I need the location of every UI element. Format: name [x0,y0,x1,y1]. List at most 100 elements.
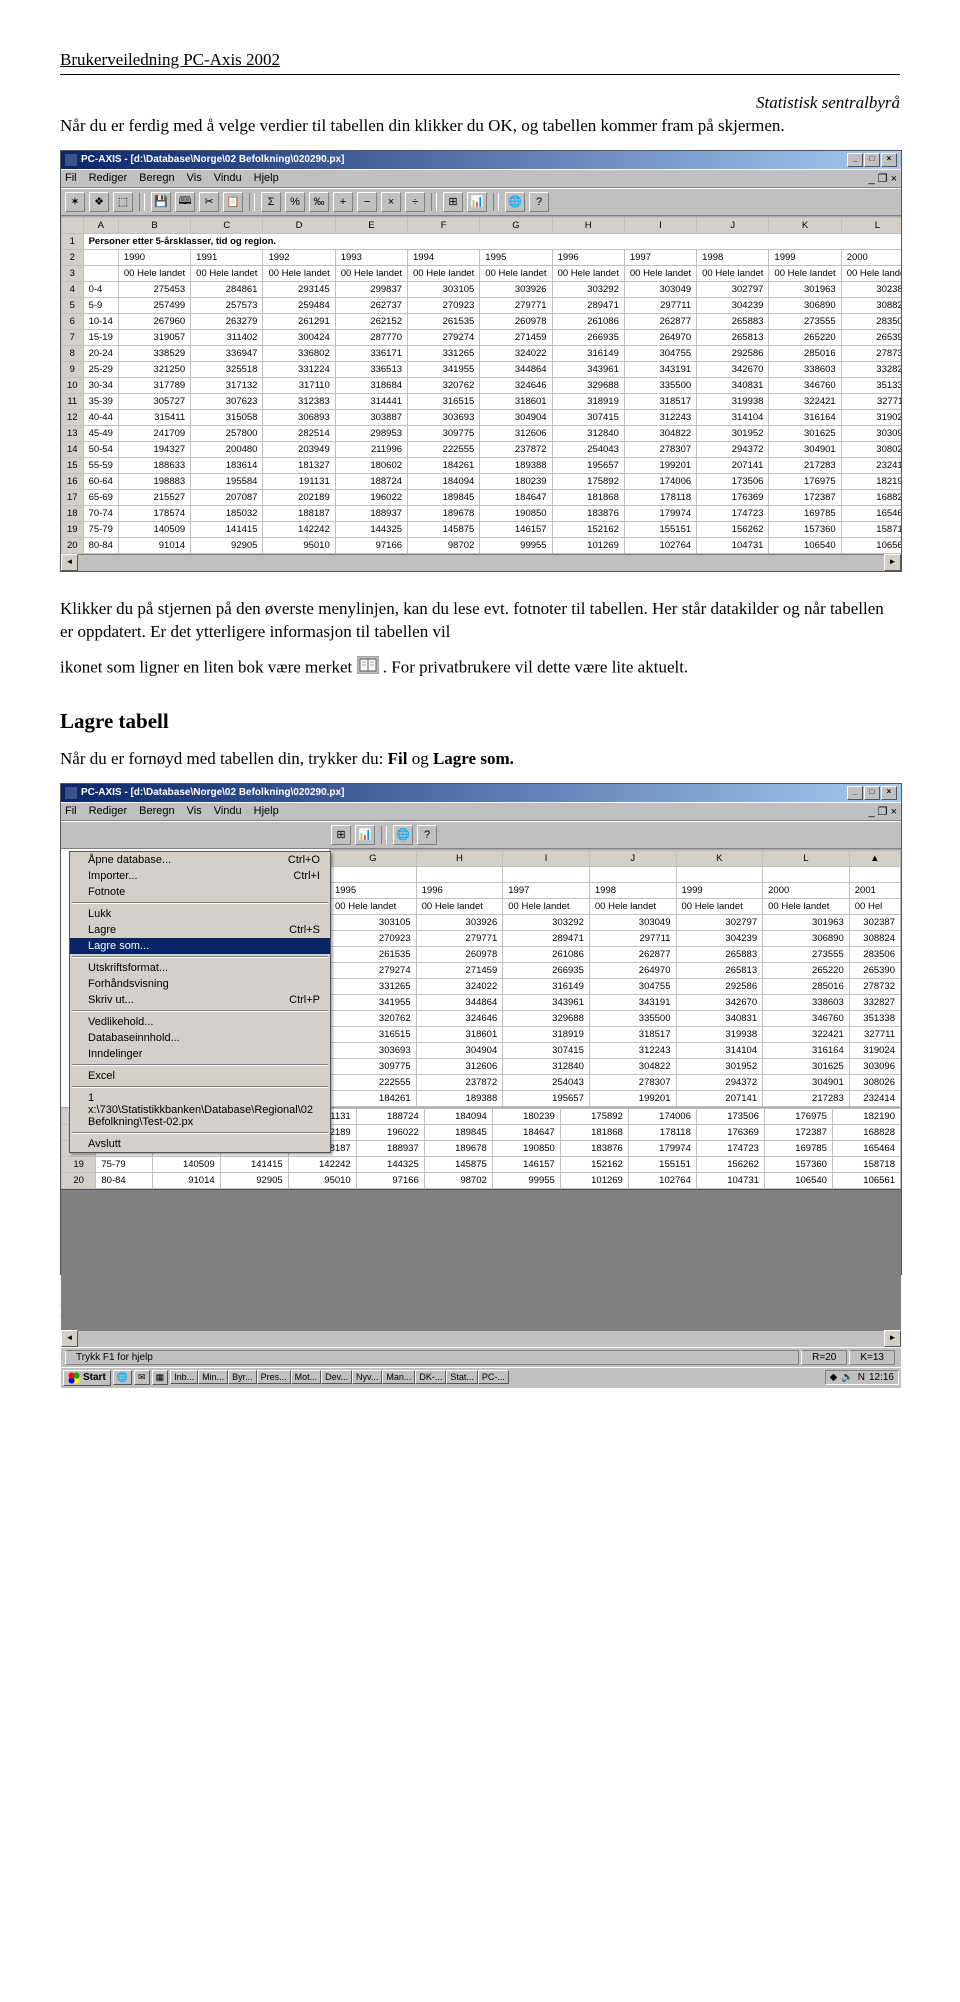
toolbar-button[interactable]: ⬚ [113,192,133,212]
taskbar-app[interactable]: DK-... [415,1370,446,1384]
mdi-restore[interactable]: ❐ [878,173,888,185]
quick-launch[interactable]: ✉ [134,1370,150,1385]
taskbar-app[interactable]: Nyv... [352,1370,382,1384]
toolbar-button[interactable]: ? [529,192,549,212]
toolbar-button[interactable]: ✶ [65,192,85,212]
clock: 12:16 [869,1372,894,1383]
menu-item[interactable]: Lukk [70,906,330,922]
p2b-pre: ikonet som ligner en liten bok være merk… [60,657,357,676]
app-icon [65,154,77,166]
toolbar-button[interactable]: ⊞ [443,192,463,212]
taskbar-app[interactable]: Byr... [228,1370,257,1384]
toolbar-button[interactable]: ✂ [199,192,219,212]
menu-item-rediger[interactable]: Rediger [89,805,128,818]
menu-item[interactable]: Vedlikehold... [70,1014,330,1030]
toolbar-button[interactable]: % [285,192,305,212]
minimize-button[interactable]: _ [847,153,863,167]
menu-item-rediger[interactable]: Rediger [89,172,128,185]
menu-item[interactable]: Databaseinnhold... [70,1030,330,1046]
globe-icon[interactable]: 🌐 [393,825,413,845]
toolbar-button[interactable]: ❖ [89,192,109,212]
menu-item-vis[interactable]: Vis [187,172,202,185]
close-button[interactable]: × [881,786,897,800]
menu-item[interactable]: Utskriftsformat... [70,960,330,976]
tray-icon[interactable]: 🔊 [841,1372,853,1383]
quick-launch[interactable]: 🌐 [113,1370,132,1385]
heading-lagre-tabell: Lagre tabell [60,709,900,734]
menu-item-fil[interactable]: Fil [65,805,77,818]
paragraph-3: Når du er fornøyd med tabellen din, tryk… [60,748,900,771]
mdi-restore[interactable]: ❐ [878,806,888,818]
menu-item[interactable]: Excel [70,1068,330,1084]
toolbar-button[interactable]: Σ [261,192,281,212]
taskbar-app[interactable]: Min... [198,1370,228,1384]
menu-item[interactable]: Skriv ut...Ctrl+P [70,992,330,1008]
empty-grid-area [61,1189,901,1330]
taskbar-app[interactable]: Stat... [446,1370,478,1384]
chart-icon[interactable]: 📊 [355,825,375,845]
menu-item[interactable]: Forhåndsvisning [70,976,330,992]
p2b-post: . For privatbrukere vil dette være lite … [383,657,688,676]
taskbar: Start 🌐 ✉ ▦ Inb...Min...Byr...Pres...Mot… [61,1367,901,1388]
close-button[interactable]: × [881,153,897,167]
status-hint: Trykk F1 for hjelp [65,1350,799,1365]
mdi-close[interactable]: × [891,806,897,818]
menu-item-vis[interactable]: Vis [187,805,202,818]
menu-item-vindu[interactable]: Vindu [214,805,242,818]
taskbar-app[interactable]: PC-... [478,1370,509,1384]
start-button[interactable]: Start [63,1370,111,1386]
menu-item-fil[interactable]: Fil [65,172,77,185]
menubar: Fil Rediger Beregn Vis Vindu Hjelp _ ❐ × [61,802,901,821]
toolbar-button[interactable]: 🌐 [505,192,525,212]
menu-item-hjelp[interactable]: Hjelp [254,172,279,185]
menu-item-beregn[interactable]: Beregn [139,172,174,185]
toolbar-button[interactable]: 📊 [467,192,487,212]
paragraph-1: Når du er ferdig med å velge verdier til… [60,115,900,138]
menu-item-vindu[interactable]: Vindu [214,172,242,185]
system-tray[interactable]: ◆ 🔊 N 12:16 [825,1370,899,1385]
grid-icon[interactable]: ⊞ [331,825,351,845]
menu-item[interactable]: Avslutt [70,1136,330,1152]
menu-item-hjelp[interactable]: Hjelp [254,805,279,818]
toolbar-button[interactable]: 🕮 [175,192,195,212]
menu-item-beregn[interactable]: Beregn [139,805,174,818]
window-title: PC-AXIS - [d:\Database\Norge\02 Befolkni… [81,787,344,798]
taskbar-app[interactable]: Man... [382,1370,415,1384]
menu-item[interactable]: Lagre som... [70,938,330,954]
titlebar: PC-AXIS - [d:\Database\Norge\02 Befolkni… [61,151,901,169]
quick-launch[interactable]: ▦ [152,1370,169,1385]
toolbar-partial: ⊞ 📊 🌐 ? [61,821,901,849]
toolbar-button[interactable]: 📋 [223,192,243,212]
maximize-button[interactable]: □ [864,786,880,800]
menu-item[interactable]: Åpne database...Ctrl+O [70,852,330,868]
taskbar-app[interactable]: Inb... [170,1370,198,1384]
toolbar-button[interactable]: × [381,192,401,212]
taskbar-app[interactable]: Dev... [321,1370,352,1384]
menu-item[interactable]: Inndelinger [70,1046,330,1062]
tray-icon[interactable]: N [858,1372,865,1383]
toolbar-button[interactable]: − [357,192,377,212]
menu-item[interactable]: 1 x:\730\Statistikkbanken\Database\Regio… [70,1090,330,1130]
toolbar-button[interactable]: ÷ [405,192,425,212]
screenshot-pcaxis-table: PC-AXIS - [d:\Database\Norge\02 Befolkni… [60,150,902,572]
menu-item[interactable]: Importer...Ctrl+I [70,868,330,884]
scrollbar-horizontal[interactable]: ◄► [61,1330,901,1347]
toolbar-button[interactable]: 💾 [151,192,171,212]
menu-item[interactable]: LagreCtrl+S [70,922,330,938]
mdi-close[interactable]: × [891,173,897,185]
taskbar-app[interactable]: Pres... [257,1370,291,1384]
toolbar-button[interactable]: ‰ [309,192,329,212]
paragraph-2a: Klikker du på stjernen på den øverste me… [60,598,900,644]
tray-icon[interactable]: ◆ [830,1372,838,1383]
mdi-minimize[interactable]: _ [868,173,874,185]
file-menu-dropdown[interactable]: Åpne database...Ctrl+OImporter...Ctrl+IF… [69,851,331,1153]
minimize-button[interactable]: _ [847,786,863,800]
help-icon[interactable]: ? [417,825,437,845]
maximize-button[interactable]: □ [864,153,880,167]
menu-item[interactable]: Fotnote [70,884,330,900]
app-icon [65,787,77,799]
taskbar-app[interactable]: Mot... [291,1370,322,1384]
scrollbar-horizontal[interactable]: ◄► [61,554,901,571]
toolbar-button[interactable]: + [333,192,353,212]
mdi-minimize[interactable]: _ [868,806,874,818]
